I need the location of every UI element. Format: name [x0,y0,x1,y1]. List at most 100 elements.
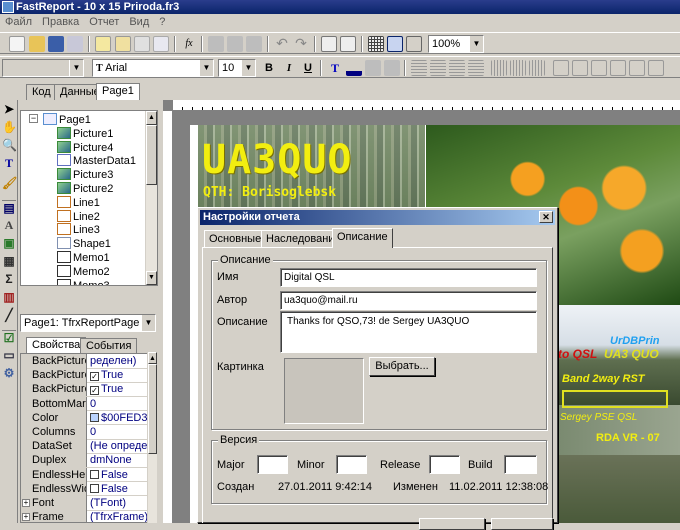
tab-page1[interactable]: Page1 [96,83,140,100]
expand-icon[interactable]: + [22,513,30,522]
align-justify-icon[interactable] [468,60,484,76]
inspector-scrollbar[interactable]: ▲ [147,352,157,523]
delete-page-icon[interactable] [134,36,150,52]
tree-node[interactable]: Picture3 [57,168,113,182]
paste-icon[interactable] [246,36,262,52]
release-field[interactable] [429,455,460,474]
ok-button[interactable] [419,518,485,530]
tab-general[interactable]: Основные [204,230,267,247]
shape-icon[interactable]: ▭ [2,348,16,362]
grid-icon[interactable] [368,36,384,52]
property-row[interactable]: EndlessWidthFalse [21,481,155,497]
callsign-text[interactable]: UA3QUO [202,137,353,183]
group-icon[interactable] [321,36,337,52]
memo-icon[interactable]: A [2,218,16,232]
open-folder-icon[interactable] [29,36,45,52]
property-value[interactable]: False [88,468,155,482]
property-value[interactable]: ✓ True [88,382,155,396]
copy-icon[interactable] [227,36,243,52]
minor-field[interactable] [336,455,367,474]
rda-text[interactable]: RDA VR - 07 [596,432,660,444]
menu-file[interactable]: Файл [0,14,37,30]
italic-button[interactable]: I [281,60,297,76]
tree-node[interactable]: Line3 [57,223,100,237]
expand-icon[interactable]: + [22,499,30,507]
checkbox-icon[interactable] [90,483,99,493]
line-icon[interactable]: ╱ [2,308,16,322]
frame-bottom-icon[interactable] [572,60,588,76]
scroll-thumb[interactable] [146,125,157,185]
gears-icon[interactable]: ⚙ [2,366,16,380]
scroll-up-icon[interactable]: ▲ [146,111,157,125]
property-value[interactable]: dmNone [88,453,155,467]
tree-node[interactable]: Memo1 [57,251,110,265]
text-rotate-icon[interactable] [365,60,381,76]
property-row[interactable]: + Frame (TfrxFrame) [21,510,155,522]
name-field[interactable]: Digital QSL [280,268,537,287]
band-header-text[interactable]: Band 2way RST [562,373,645,385]
property-value[interactable]: 0 [88,397,155,411]
sergey-pse-text[interactable]: Sergey PSE QSL [560,412,637,423]
tree-node[interactable]: Picture2 [57,182,113,196]
tree-node[interactable]: MasterData1 [57,154,136,168]
menu-edit[interactable]: Правка [37,14,84,30]
band-icon[interactable]: ▤ [2,200,16,215]
new-dialog-icon[interactable] [115,36,131,52]
style-combo[interactable]: ▼ [2,59,84,77]
property-row[interactable]: DataSet (Не определе [21,439,155,454]
property-row[interactable]: BackPicturePr✓True [21,368,155,383]
cut-icon[interactable] [208,36,224,52]
font-name-combo[interactable]: T Arial ▼ [92,59,214,77]
scroll-thumb[interactable] [148,364,157,454]
chevron-down-icon[interactable]: ▼ [141,315,155,331]
new-page-icon[interactable] [95,36,111,52]
underline-button[interactable]: U [300,60,316,76]
checkbox-icon[interactable] [90,469,99,479]
zoom-icon[interactable]: 🔍 [2,138,17,152]
close-icon[interactable]: ✕ [539,211,553,223]
tree-node[interactable]: Line1 [57,195,100,210]
align-grid-icon[interactable] [406,36,422,52]
tree-node[interactable]: Memo3 [57,278,110,285]
description-field[interactable]: Thanks for QSO,73! de Sergey UA3QUO [280,311,537,353]
bold-button[interactable]: B [261,60,277,76]
menu-view[interactable]: Вид [124,14,154,30]
property-row[interactable]: BottomMargin0 [21,396,155,412]
fx-icon[interactable]: fx [181,36,197,52]
scroll-up-icon[interactable]: ▲ [148,352,157,364]
menu-help[interactable]: ? [154,14,170,30]
property-row[interactable]: BackPictureVi✓True [21,382,155,397]
report-tree[interactable]: Page1 Picture1 Picture4 MasterData1 Picture3… [20,110,158,286]
frame-right-icon[interactable] [610,60,626,76]
chevron-down-icon[interactable]: ▼ [69,60,83,76]
valign-top-icon[interactable] [491,60,507,76]
tree-node[interactable]: Line2 [57,209,100,224]
tree-node[interactable]: Picture1 [57,126,113,141]
font-size-combo[interactable]: 10 ▼ [218,59,256,77]
hand-icon[interactable]: ✋ [2,120,17,134]
object-inspector[interactable]: BackPictureределен)BackPicturePr✓TrueBac… [20,353,156,523]
align-right-icon[interactable] [449,60,465,76]
tab-description[interactable]: Описание [332,228,393,248]
chevron-down-icon[interactable]: ▼ [199,60,213,76]
chart-icon[interactable]: ▥ [2,290,16,304]
collapse-icon[interactable]: − [29,114,38,123]
author-field[interactable]: ua3quo@mail.ru [280,291,537,310]
tab-events[interactable]: События [80,338,138,354]
checkbox-icon[interactable]: ✓ [90,386,99,396]
select-arrow-icon[interactable]: ➤ [2,102,16,116]
save-icon[interactable] [48,36,64,52]
redo-icon[interactable]: ↷ [293,36,309,52]
eraser-icon[interactable] [384,60,400,76]
property-value[interactable]: (TfrxFrame) [88,510,155,522]
align-center-icon[interactable] [430,60,446,76]
property-value[interactable]: False [88,482,155,496]
sum-icon[interactable]: Σ [2,272,16,286]
tab-properties[interactable]: Свойства [26,337,87,353]
valign-bottom-icon[interactable] [529,60,545,76]
property-value[interactable]: 0 [88,425,155,439]
preview-icon[interactable] [67,36,83,52]
fit-grid-icon[interactable] [387,36,403,52]
font-color-icon[interactable]: T [327,60,343,76]
checkbox-icon[interactable]: ✓ [90,372,99,382]
